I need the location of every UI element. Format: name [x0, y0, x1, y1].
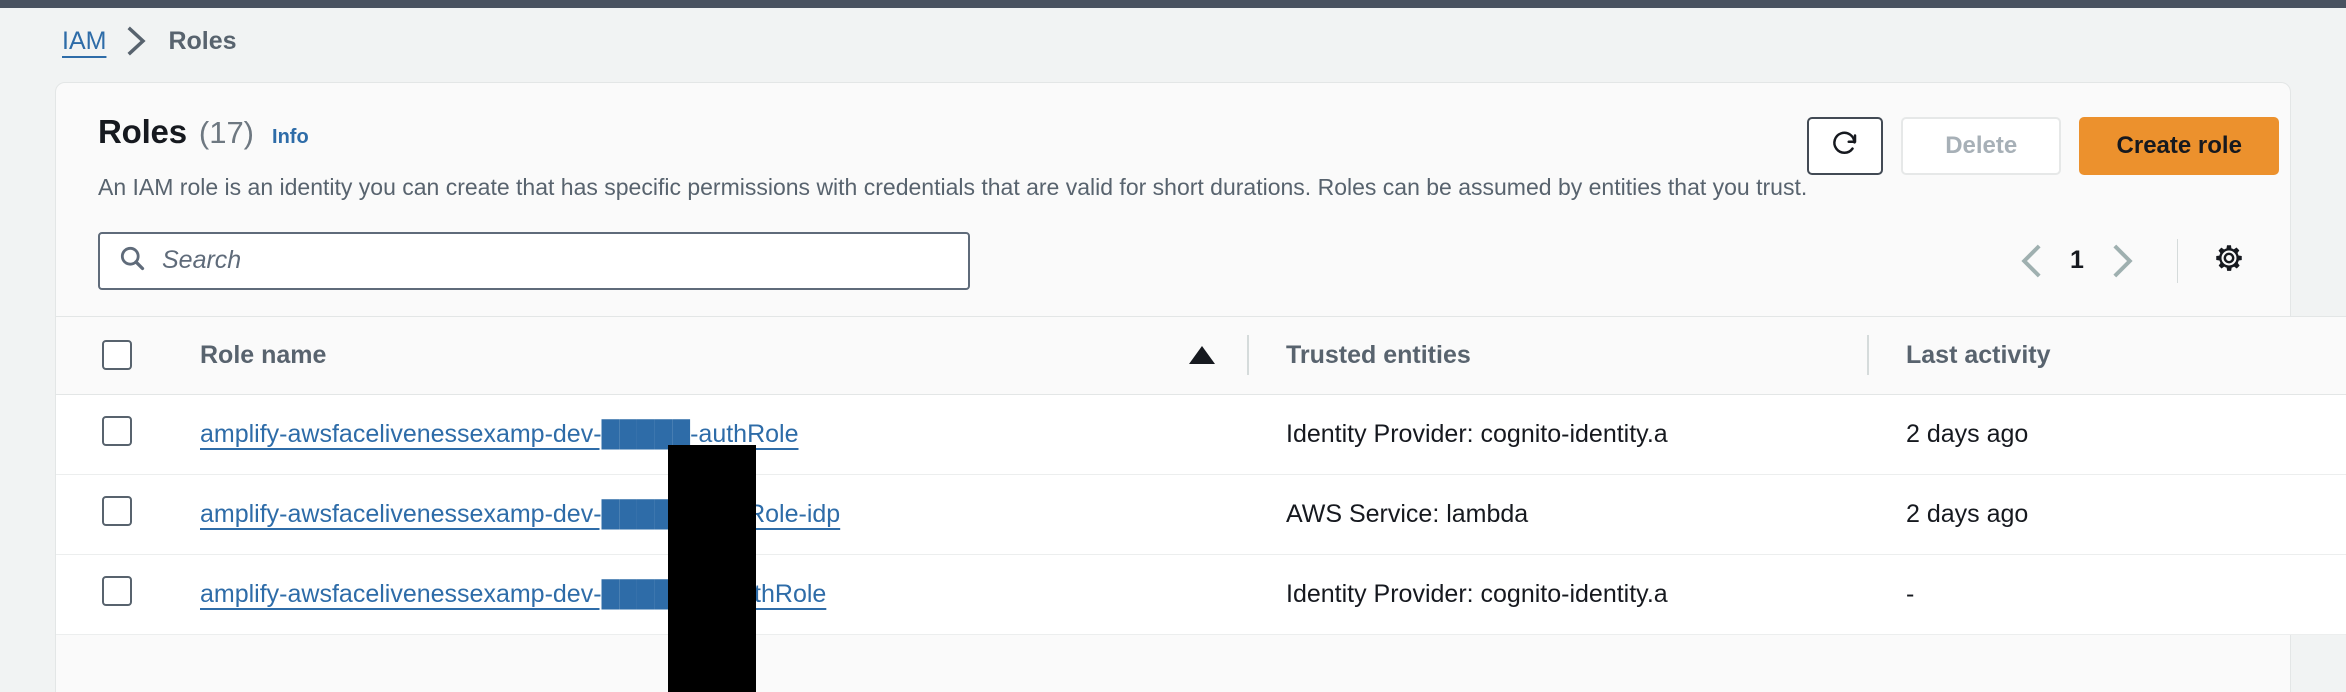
- breadcrumb-chevron-icon: [126, 26, 148, 56]
- last-activity-value: -: [1906, 579, 1915, 608]
- column-header-select-all: [56, 316, 144, 394]
- page-title: Roles: [98, 113, 187, 150]
- row-select-cell: [56, 554, 144, 635]
- trusted-entities-cell: Identity Provider: cognito-identity.a: [1249, 554, 1869, 635]
- table-preferences-button[interactable]: [2204, 236, 2254, 286]
- trusted-entities-value: Identity Provider: cognito-identity.a: [1286, 419, 1668, 448]
- search-input[interactable]: [162, 246, 950, 276]
- column-header-trusted-entities-label: Trusted entities: [1286, 340, 1471, 369]
- panel-header: Roles (17) Info An IAM role is an identi…: [56, 83, 2290, 202]
- select-all-checkbox[interactable]: [102, 340, 132, 371]
- row-checkbox[interactable]: [102, 575, 132, 606]
- redaction-overlay: [668, 445, 756, 692]
- pagination-next-button[interactable]: [2095, 236, 2151, 286]
- table-header-row: Role name Trusted entities Last activity: [56, 316, 2346, 395]
- panel-description: An IAM role is an identity you can creat…: [98, 174, 1808, 200]
- roles-count: (17): [198, 115, 255, 150]
- row-select-cell: [56, 474, 144, 555]
- table-filter-row: 1: [56, 202, 2290, 316]
- gear-icon: [2212, 241, 2246, 280]
- column-header-trusted-entities[interactable]: Trusted entities: [1249, 316, 1869, 394]
- pagination-divider: [2177, 238, 2178, 283]
- refresh-icon: [1830, 128, 1860, 165]
- search-box[interactable]: [98, 231, 970, 290]
- breadcrumb: IAM Roles: [0, 8, 2346, 74]
- column-header-last-activity-label: Last activity: [1906, 340, 2051, 369]
- column-header-last-activity[interactable]: Last activity: [1869, 316, 2346, 394]
- pagination: 1: [2003, 236, 2254, 286]
- trusted-entities-value: Identity Provider: cognito-identity.a: [1286, 579, 1668, 608]
- row-checkbox[interactable]: [102, 415, 132, 446]
- row-select-cell: [56, 394, 144, 475]
- breadcrumb-link-iam[interactable]: IAM: [62, 27, 106, 56]
- trusted-entities-cell: Identity Provider: cognito-identity.a: [1249, 394, 1869, 475]
- table-row: amplify-awsfacelivenessexamp-dev-█████-a…: [56, 474, 2346, 555]
- delete-button[interactable]: Delete: [1901, 117, 2062, 175]
- table-row: amplify-awsfacelivenessexamp-dev-█████-u…: [56, 554, 2346, 635]
- column-header-role-name-label: Role name: [200, 340, 327, 369]
- last-activity-value: 2 days ago: [1906, 419, 2029, 448]
- row-checkbox[interactable]: [102, 495, 132, 526]
- top-navigation-strip: [0, 0, 2346, 8]
- trusted-entities-cell: AWS Service: lambda: [1249, 474, 1869, 555]
- last-activity-cell: -: [1869, 554, 2346, 635]
- trusted-entities-value: AWS Service: lambda: [1286, 499, 1529, 528]
- roles-table: Role name Trusted entities Last activity: [56, 316, 2346, 635]
- last-activity-cell: 2 days ago: [1869, 394, 2346, 475]
- roles-panel: Roles (17) Info An IAM role is an identi…: [55, 82, 2346, 692]
- sort-ascending-icon: [1189, 346, 1215, 365]
- breadcrumb-current-roles: Roles: [168, 26, 237, 55]
- info-link[interactable]: Info: [272, 126, 309, 149]
- create-role-button[interactable]: Create role: [2079, 117, 2280, 175]
- pagination-page-1[interactable]: 1: [2059, 246, 2095, 275]
- last-activity-value: 2 days ago: [1906, 499, 2029, 528]
- pagination-prev-button[interactable]: [2003, 236, 2059, 286]
- column-header-role-name[interactable]: Role name: [144, 316, 1249, 394]
- search-icon: [118, 244, 146, 277]
- panel-actions: Delete Create role: [1807, 113, 2280, 175]
- table-body: amplify-awsfacelivenessexamp-dev-█████-a…: [56, 394, 2346, 635]
- role-name-link[interactable]: amplify-awsfacelivenessexamp-dev-█████-a…: [200, 420, 799, 448]
- last-activity-cell: 2 days ago: [1869, 474, 2346, 555]
- table-row: amplify-awsfacelivenessexamp-dev-█████-a…: [56, 394, 2346, 475]
- refresh-button[interactable]: [1807, 117, 1884, 175]
